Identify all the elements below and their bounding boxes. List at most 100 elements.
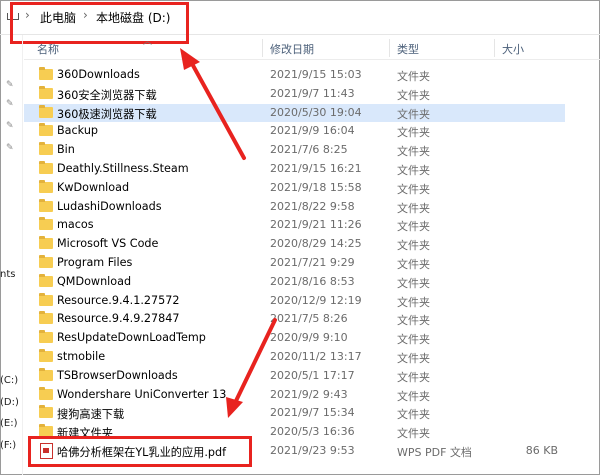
- nav-item-label[interactable]: nts: [0, 269, 15, 280]
- file-type: 文件夹: [397, 352, 430, 365]
- file-type: 文件夹: [397, 88, 430, 102]
- table-row[interactable]: stmobile 2020/11/2 13:17 文件夹: [24, 348, 565, 367]
- folder-icon: [39, 198, 53, 212]
- column-header-name[interactable]: 名称: [37, 41, 59, 57]
- table-row[interactable]: 搜狗高速下载 2021/9/7 15:34 文件夹: [24, 404, 565, 423]
- column-header-size[interactable]: 大小: [502, 41, 524, 57]
- file-name: Wondershare UniConverter 13: [57, 387, 227, 401]
- file-name: Bin: [57, 143, 75, 157]
- folder-icon: [39, 142, 53, 156]
- table-row[interactable]: TSBrowserDownloads 2020/5/1 17:17 文件夹: [24, 367, 565, 386]
- pin-icon[interactable]: ✎: [6, 99, 15, 109]
- file-name: ResUpdateDownLoadTemp: [57, 331, 206, 345]
- folder-icon: [39, 123, 53, 137]
- file-type: 文件夹: [397, 164, 430, 177]
- file-type: 文件夹: [397, 126, 430, 140]
- file-name: TSBrowserDownloads: [57, 368, 178, 382]
- file-size: 86 KB: [525, 444, 558, 457]
- column-header-date[interactable]: 修改日期: [270, 41, 314, 57]
- file-name: 搜狗高速下载: [57, 408, 125, 422]
- folder-icon: [39, 330, 53, 344]
- file-date: 2021/7/5 8:26: [270, 312, 348, 326]
- highlight-box-pdf: [28, 436, 252, 467]
- table-row[interactable]: Program Files 2021/7/21 9:29 文件夹: [24, 254, 565, 273]
- folder-icon: [39, 405, 53, 419]
- file-type: 文件夹: [397, 314, 430, 328]
- file-name: Deathly.Stillness.Steam: [57, 162, 189, 175]
- file-name: QMDownload: [57, 274, 132, 288]
- pin-icon[interactable]: ✎: [6, 80, 15, 90]
- file-date: 2021/9/15 15:03: [270, 68, 362, 81]
- table-row[interactable]: Microsoft VS Code 2020/8/29 14:25 文件夹: [24, 235, 565, 254]
- table-row[interactable]: 360安全浏览器下载 2021/9/7 11:43 文件夹: [24, 85, 565, 104]
- file-type: 文件夹: [397, 258, 430, 271]
- file-type: 文件夹: [397, 295, 430, 309]
- folder-icon: [39, 236, 53, 250]
- folder-icon: [39, 273, 53, 287]
- file-date: 2021/9/9 16:04: [270, 124, 355, 138]
- file-date: 2021/9/18 15:58: [270, 180, 362, 194]
- column-divider[interactable]: [389, 39, 390, 57]
- pin-icon[interactable]: ✎: [6, 143, 15, 153]
- table-row[interactable]: QMDownload 2021/8/16 8:53 文件夹: [24, 273, 565, 292]
- file-name: Backup: [57, 124, 99, 138]
- file-name: stmobile: [57, 350, 106, 363]
- file-name: Resource.9.4.9.27847: [57, 312, 180, 326]
- folder-icon: [39, 85, 53, 99]
- table-row[interactable]: Resource.9.4.9.27847 2021/7/5 8:26 文件夹: [24, 310, 565, 329]
- file-date: 2020/12/9 12:19: [270, 293, 362, 307]
- table-row[interactable]: Resource.9.4.1.27572 2020/12/9 12:19 文件夹: [24, 292, 565, 311]
- file-type: WPS PDF 文档: [397, 446, 472, 459]
- folder-icon: [39, 179, 53, 193]
- file-date: 2021/9/2 9:43: [270, 387, 348, 401]
- file-name: Microsoft VS Code: [57, 237, 159, 251]
- table-row[interactable]: Deathly.Stillness.Steam 2021/9/15 16:21 文件…: [24, 160, 565, 179]
- file-type: 文件夹: [397, 276, 430, 290]
- table-row[interactable]: KwDownload 2021/9/18 15:58 文件夹: [24, 179, 565, 198]
- table-row[interactable]: Bin 2021/7/6 8:25 文件夹: [24, 141, 565, 160]
- file-name: 360极速浏览器下载: [57, 107, 157, 121]
- navigation-pane: ✎ ✎ ✎ ✎ nts (C:) (D:) (E:) (F:): [0, 35, 23, 475]
- column-divider[interactable]: [494, 39, 495, 57]
- nav-drive-d[interactable]: (D:): [0, 397, 19, 408]
- folder-icon: [39, 255, 53, 268]
- table-row[interactable]: Backup 2021/9/9 16:04 文件夹: [24, 122, 565, 141]
- file-date: 2021/9/21 11:26: [270, 218, 362, 232]
- table-row[interactable]: Wondershare UniConverter 13 2021/9/2 9:43…: [24, 386, 565, 405]
- folder-icon: [39, 217, 53, 231]
- table-row[interactable]: ResUpdateDownLoadTemp 2020/9/9 9:10 文件夹: [24, 329, 565, 348]
- file-type: 文件夹: [397, 408, 430, 422]
- nav-drive-c[interactable]: (C:): [0, 375, 18, 386]
- file-name: Resource.9.4.1.27572: [57, 293, 180, 307]
- column-header-type[interactable]: 类型: [397, 41, 419, 57]
- file-date: 2020/5/1 17:17: [270, 368, 355, 382]
- table-row[interactable]: 360极速浏览器下载 2020/5/30 19:04 文件夹: [24, 103, 565, 123]
- file-date: 2020/5/3 16:36: [270, 425, 355, 439]
- folder-icon: [39, 161, 53, 174]
- column-headers: 名称 修改日期 类型 大小: [24, 37, 600, 60]
- file-date: 2021/9/23 9:53: [270, 444, 355, 457]
- table-row[interactable]: macos 2021/9/21 11:26 文件夹: [24, 216, 565, 235]
- table-row[interactable]: LudashiDownloads 2021/8/22 9:58 文件夹: [24, 198, 565, 217]
- nav-drive-e[interactable]: (E:): [0, 418, 18, 429]
- file-type: 文件夹: [397, 70, 430, 83]
- file-type: 文件夹: [397, 107, 430, 121]
- folder-icon: [39, 104, 53, 118]
- file-type: 文件夹: [397, 201, 430, 215]
- file-type: 文件夹: [397, 427, 430, 441]
- file-name: Program Files: [57, 256, 133, 269]
- file-type: 文件夹: [397, 182, 430, 196]
- file-name: KwDownload: [57, 180, 130, 194]
- table-row[interactable]: 360Downloads 2021/9/15 15:03 文件夹: [24, 66, 565, 85]
- file-type: 文件夹: [397, 389, 430, 403]
- file-type: 文件夹: [397, 220, 430, 234]
- file-date: 2021/8/22 9:58: [270, 199, 355, 213]
- folder-icon: [39, 349, 53, 362]
- file-type: 文件夹: [397, 370, 430, 384]
- file-name: 360Downloads: [57, 68, 140, 81]
- pin-icon[interactable]: ✎: [6, 121, 15, 131]
- folder-icon: [39, 386, 53, 400]
- column-divider[interactable]: [262, 39, 263, 57]
- folder-icon: [39, 367, 53, 381]
- nav-drive-f[interactable]: (F:): [0, 440, 16, 451]
